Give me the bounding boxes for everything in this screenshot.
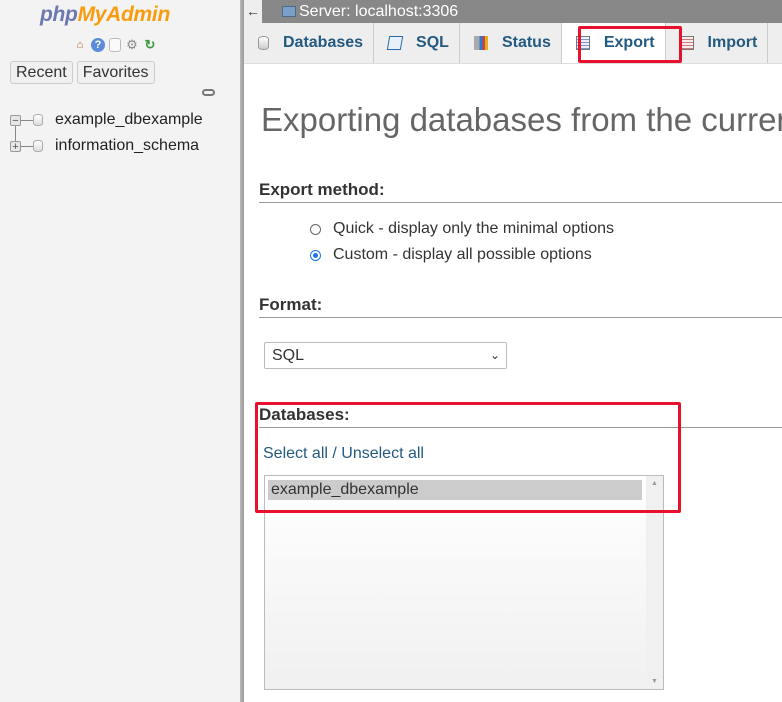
custom-radio[interactable]: [310, 249, 321, 261]
select-links: Select all / Unselect all: [263, 445, 424, 462]
export-method-custom[interactable]: Custom - display all possible options: [310, 246, 592, 264]
link-icon[interactable]: [202, 89, 215, 96]
database-icon: [33, 140, 43, 152]
tree-item-information-schema[interactable]: + information_schema: [10, 133, 203, 159]
export-method-quick[interactable]: Quick - display only the minimal options: [310, 220, 614, 238]
collapse-icon[interactable]: −: [10, 114, 21, 126]
export-icon: [575, 36, 590, 50]
database-tree: − example_dbexample + information_schema: [10, 107, 203, 159]
database-icon: [258, 36, 269, 50]
unselect-all-link[interactable]: Unselect all: [341, 445, 424, 462]
navigation-sidebar: phpMyAdmin ⌂ ? ⚙ ↻ Recent Favorites − ex…: [0, 0, 241, 702]
tab-import[interactable]: Import: [666, 23, 769, 63]
recent-button[interactable]: Recent: [10, 61, 73, 84]
server-icon: [282, 6, 296, 17]
page-title: Exporting databases from the current ser…: [261, 101, 782, 138]
quick-links: ⌂ ? ⚙ ↻: [73, 38, 157, 52]
tab-databases[interactable]: Databases: [244, 23, 375, 63]
status-chart-icon: [473, 36, 488, 50]
breadcrumb-bar: ← Server: localhost:3306: [244, 0, 782, 23]
tree-label[interactable]: example_dbexample: [55, 111, 203, 129]
databases-heading: Databases:: [259, 405, 782, 428]
listbox-scrollbar[interactable]: ▲ ▼: [646, 476, 663, 689]
phpmyadmin-logo[interactable]: phpMyAdmin: [40, 3, 170, 27]
scroll-down-icon[interactable]: ▼: [646, 678, 663, 685]
favorites-button[interactable]: Favorites: [76, 61, 155, 84]
main-tabs: Databases SQL Status Export Import: [244, 23, 782, 64]
tab-sql[interactable]: SQL: [374, 23, 460, 63]
settings-gear-icon[interactable]: ⚙: [125, 38, 139, 52]
export-method-heading: Export method:: [259, 180, 782, 203]
databases-listbox[interactable]: example_dbexample ▲ ▼: [264, 475, 664, 690]
breadcrumb-server[interactable]: Server: localhost:3306: [299, 0, 458, 23]
scroll-up-icon[interactable]: ▲: [646, 480, 663, 487]
select-all-link[interactable]: Select all: [263, 445, 328, 462]
database-icon: [33, 114, 43, 126]
format-heading: Format:: [259, 295, 782, 318]
import-icon: [679, 36, 694, 50]
tree-item-example-dbexample[interactable]: − example_dbexample: [10, 107, 203, 133]
home-icon[interactable]: ⌂: [73, 38, 87, 52]
reload-icon[interactable]: ↻: [143, 38, 157, 52]
tab-status[interactable]: Status: [460, 23, 562, 63]
quick-radio[interactable]: [310, 223, 321, 235]
tab-export[interactable]: Export: [561, 23, 666, 63]
expand-icon[interactable]: +: [10, 140, 21, 152]
database-option[interactable]: example_dbexample: [268, 480, 642, 500]
sql-icon: [386, 36, 404, 50]
tree-label[interactable]: information_schema: [55, 137, 199, 155]
sidebar-resize-handle[interactable]: [240, 0, 244, 702]
collapse-sidebar-button[interactable]: ←: [244, 0, 262, 23]
docs-icon[interactable]: [109, 38, 121, 52]
chevron-down-icon: ⌄: [489, 348, 500, 362]
help-icon[interactable]: ?: [91, 38, 105, 52]
format-select[interactable]: SQL ⌄: [264, 342, 507, 369]
